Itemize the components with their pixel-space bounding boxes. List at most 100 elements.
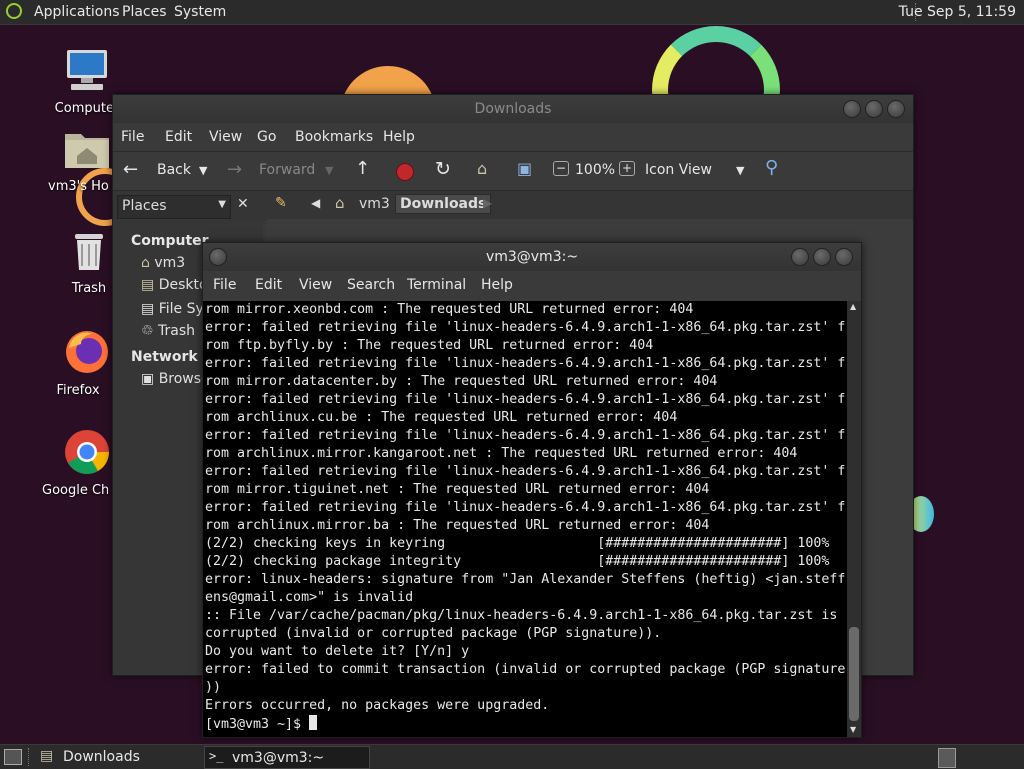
- places-menu[interactable]: Places: [122, 4, 167, 20]
- terminal-cursor: [309, 715, 318, 730]
- path-right-arrow-icon[interactable]: ▶: [483, 196, 492, 210]
- file-manager-titlebar[interactable]: Downloads: [113, 95, 913, 123]
- path-segment-home[interactable]: vm3: [359, 196, 390, 212]
- scroll-down-icon[interactable]: ▼: [850, 725, 856, 734]
- menu-view[interactable]: View: [209, 129, 242, 145]
- system-menu[interactable]: System: [174, 4, 226, 20]
- terminal-line: rom mirror.xeonbd.com : The requested UR…: [205, 302, 694, 317]
- forward-arrow-icon[interactable]: →: [227, 159, 242, 180]
- terminal-line: rom archlinux.mirror.kangaroot.net : The…: [205, 446, 798, 461]
- search-icon[interactable]: ⚲: [765, 157, 778, 178]
- zoom-in-icon[interactable]: +: [619, 161, 636, 176]
- menu-help[interactable]: Help: [481, 277, 513, 293]
- back-arrow-icon[interactable]: ←: [123, 159, 138, 180]
- maximize-button[interactable]: [813, 248, 831, 266]
- computer-icon: [67, 50, 107, 90]
- path-left-arrow-icon[interactable]: ◀: [311, 196, 320, 210]
- menu-bookmarks[interactable]: Bookmarks: [295, 129, 373, 145]
- terminal-output[interactable]: rom mirror.xeonbd.com : The requested UR…: [203, 301, 847, 737]
- minimize-button[interactable]: [791, 248, 809, 266]
- computer-icon[interactable]: ▣: [517, 159, 532, 178]
- zoom-out-icon[interactable]: −: [553, 161, 570, 176]
- terminal-line: corrupted (invalid or corrupted package …: [205, 626, 662, 641]
- terminal-line: error: linux-headers: signature from "Ja…: [205, 572, 846, 587]
- terminal-line: error: failed retrieving file 'linux-hea…: [205, 392, 846, 407]
- menu-help[interactable]: Help: [383, 129, 415, 145]
- applications-menu[interactable]: Applications: [34, 4, 120, 20]
- file-manager-toolbar: ← Back ▼ → Forward ▼ ↑ ↻ ⌂ ▣ − 100% + Ic…: [113, 151, 913, 190]
- desktop-icon-label: Google Chrome: [42, 483, 108, 498]
- terminal-line: error: failed retrieving file 'linux-hea…: [205, 320, 846, 335]
- forward-button[interactable]: Forward: [259, 162, 315, 178]
- terminal-line: rom ftp.byfly.by : The requested URL ret…: [205, 338, 654, 353]
- home-folder-icon: [65, 134, 109, 168]
- menu-file[interactable]: File: [121, 129, 144, 145]
- close-sidebar-icon[interactable]: ✕: [237, 196, 249, 212]
- scrollbar-thumb[interactable]: [849, 627, 859, 721]
- menu-go[interactable]: Go: [257, 129, 276, 145]
- maximize-button[interactable]: [865, 100, 883, 118]
- panel-separator: [28, 748, 29, 766]
- home-folder-icon: ⌂: [141, 255, 150, 271]
- sidebar-item-trash[interactable]: ♲ Trash: [141, 323, 195, 339]
- show-desktop-icon[interactable]: [4, 749, 22, 765]
- chevron-down-icon: ▼: [218, 199, 226, 210]
- menu-file[interactable]: File: [213, 277, 236, 293]
- terminal-line: error: failed to commit transaction (inv…: [205, 662, 846, 677]
- workspace-switcher[interactable]: [938, 748, 956, 768]
- trash-icon: [75, 234, 103, 270]
- taskbar-item-terminal[interactable]: >_ vm3@vm3:~: [204, 746, 370, 769]
- back-button[interactable]: Back: [157, 162, 191, 178]
- up-arrow-icon[interactable]: ↑: [355, 158, 370, 179]
- terminal-line: :: File /var/cache/pacman/pkg/linux-head…: [205, 608, 838, 623]
- close-button[interactable]: [887, 100, 905, 118]
- home-icon[interactable]: ⌂: [477, 159, 487, 178]
- sidebar-item-vm3[interactable]: ⌂ vm3: [141, 255, 185, 271]
- close-button[interactable]: [835, 248, 853, 266]
- window-title: vm3@vm3:~: [485, 249, 579, 265]
- file-manager-pathbar: Places ▼ ✕ ✎ ◀ ⌂ vm3 Downloads ▶: [113, 190, 913, 221]
- zoom-level: 100%: [575, 162, 616, 178]
- terminal-window: vm3@vm3:~ File Edit View Search Terminal…: [202, 242, 862, 738]
- taskbar-item-downloads[interactable]: ▤ Downloads: [36, 746, 202, 767]
- menu-edit[interactable]: Edit: [165, 129, 192, 145]
- trash-icon: ♲: [141, 323, 154, 339]
- terminal-scrollbar[interactable]: ▲ ▼: [847, 301, 861, 737]
- sidebar-select[interactable]: Places ▼: [117, 195, 231, 219]
- terminal-titlebar[interactable]: vm3@vm3:~: [203, 243, 861, 271]
- clock[interactable]: Tue Sep 5, 11:59: [899, 4, 1016, 20]
- terminal-line: Errors occurred, no packages were upgrad…: [205, 698, 550, 713]
- forward-history-dropdown-icon[interactable]: ▼: [325, 164, 333, 177]
- chrome-icon: [65, 430, 109, 474]
- window-title: Downloads: [474, 101, 552, 117]
- back-history-dropdown-icon[interactable]: ▼: [199, 164, 207, 177]
- menu-view[interactable]: View: [299, 277, 332, 293]
- sidebar-select-value: Places: [122, 198, 167, 214]
- sidebar-item-label: vm3: [154, 255, 186, 271]
- terminal-line: error: failed retrieving file 'linux-hea…: [205, 428, 846, 443]
- terminal-line: (2/2) checking package integrity [######…: [205, 554, 830, 569]
- terminal-line: error: failed retrieving file 'linux-hea…: [205, 500, 846, 515]
- view-mode-select[interactable]: Icon View: [645, 162, 712, 178]
- terminal-line: rom archlinux.mirror.ba : The requested …: [205, 518, 710, 533]
- terminal-menubar: File Edit View Search Terminal Help: [203, 271, 861, 301]
- menu-search[interactable]: Search: [347, 277, 395, 293]
- stop-icon[interactable]: [396, 163, 414, 181]
- top-panel: Applications Places System Tue Sep 5, 11…: [0, 0, 1024, 25]
- reload-icon[interactable]: ↻: [435, 158, 451, 180]
- network-icon: ▣: [141, 371, 155, 387]
- edit-location-icon[interactable]: ✎: [275, 195, 287, 211]
- path-home-icon[interactable]: ⌂: [335, 194, 345, 212]
- minimize-button[interactable]: [843, 100, 861, 118]
- view-mode-dropdown-icon[interactable]: ▼: [736, 164, 744, 177]
- drive-icon: ▤: [141, 301, 155, 317]
- terminal-line: (2/2) checking keys in keyring [########…: [205, 536, 830, 551]
- taskbar-item-label: Downloads: [63, 749, 140, 765]
- sidebar-heading-network: Network: [131, 349, 198, 365]
- distro-logo-icon[interactable]: [6, 3, 22, 19]
- scroll-up-icon[interactable]: ▲: [850, 302, 856, 311]
- menu-edit[interactable]: Edit: [255, 277, 282, 293]
- terminal-line: rom mirror.datacenter.by : The requested…: [205, 374, 718, 389]
- path-segment-current[interactable]: Downloads: [395, 194, 492, 214]
- menu-terminal[interactable]: Terminal: [407, 277, 466, 293]
